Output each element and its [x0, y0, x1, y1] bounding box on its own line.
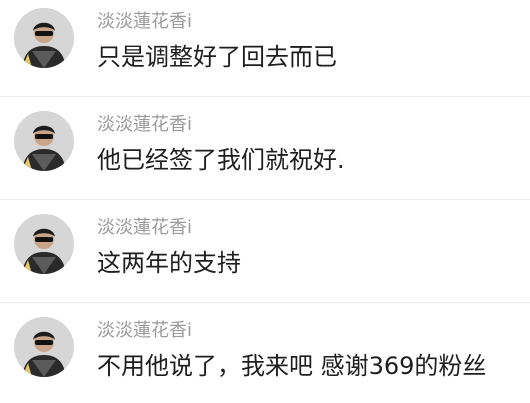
divider [0, 199, 530, 200]
user-avatar-icon[interactable] [14, 317, 74, 377]
comment-text: 不用他说了，我来吧 感谢369的粉丝 [97, 352, 487, 380]
comment-text: 只是调整好了回去而已 [97, 43, 337, 71]
comment-username[interactable]: 淡淡蓮花香i [97, 320, 192, 342]
comment-text: 这两年的支持 [97, 249, 241, 277]
comment-item[interactable]: 淡淡蓮花香i 不用他说了，我来吧 感谢369的粉丝 [0, 309, 530, 403]
comment-text: 他已经签了我们就祝好. [97, 146, 345, 174]
comment-item[interactable]: 淡淡蓮花香i 这两年的支持 [0, 206, 530, 300]
user-avatar-icon[interactable] [14, 8, 74, 68]
divider [0, 302, 530, 303]
user-avatar-icon[interactable] [14, 214, 74, 274]
comment-item[interactable]: 淡淡蓮花香i 只是调整好了回去而已 [0, 0, 530, 94]
comment-username[interactable]: 淡淡蓮花香i [97, 217, 192, 239]
comment-username[interactable]: 淡淡蓮花香i [97, 114, 192, 136]
user-avatar-icon[interactable] [14, 111, 74, 171]
divider [0, 96, 530, 97]
comment-username[interactable]: 淡淡蓮花香i [97, 11, 192, 33]
comment-item[interactable]: 淡淡蓮花香i 他已经签了我们就祝好. [0, 103, 530, 197]
comment-list: 淡淡蓮花香i 只是调整好了回去而已 淡淡蓮花香i 他已经签了我们就祝好. 淡淡蓮… [0, 0, 530, 403]
